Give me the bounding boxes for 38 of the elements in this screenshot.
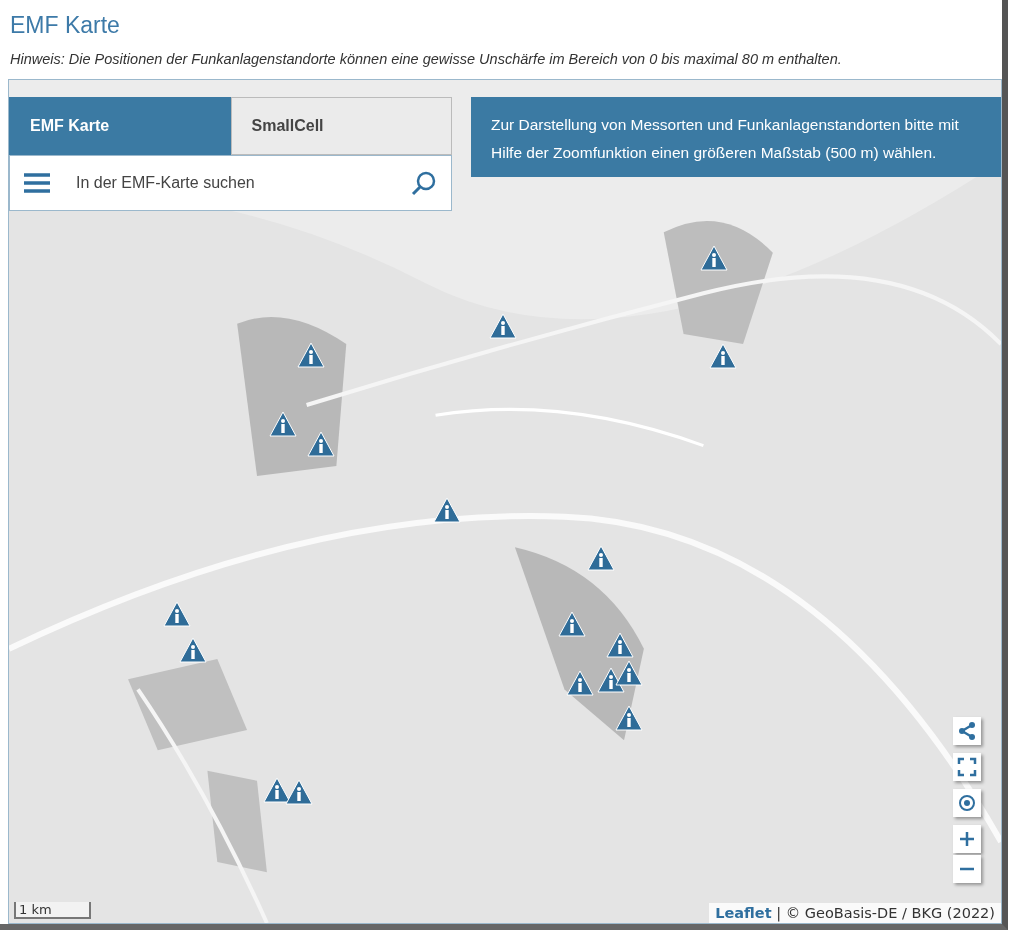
info-marker-icon[interactable] — [615, 705, 643, 731]
info-marker-icon[interactable] — [433, 497, 461, 523]
info-marker-icon[interactable] — [597, 667, 625, 693]
fullscreen-icon — [957, 757, 977, 777]
zoom-out-button[interactable] — [953, 855, 981, 883]
info-marker-icon[interactable] — [179, 637, 207, 663]
search-bar[interactable]: In der EMF-Karte suchen — [9, 155, 452, 211]
zoom-in-button[interactable] — [953, 825, 981, 853]
info-marker-icon[interactable] — [587, 545, 615, 571]
info-marker-icon[interactable] — [606, 632, 634, 658]
info-marker-icon[interactable] — [709, 343, 737, 369]
page-title: EMF Karte — [10, 12, 121, 39]
info-marker-icon[interactable] — [285, 779, 313, 805]
tab[interactable]: EMF Karte — [9, 97, 231, 155]
search-icon[interactable] — [411, 170, 437, 196]
zoom-notice: Zur Darstellung von Messorten und Funkanlagenstandorten bitte mit Hilfe der Zoomfunktion einen größeren Maßstab (500 m) wählen. — [471, 97, 1001, 177]
scale-bar: 1 km — [14, 902, 91, 919]
info-marker-icon[interactable] — [566, 670, 594, 696]
share-icon — [957, 721, 977, 741]
attribution: Leaflet | © GeoBasis-DE / BKG (2022) — [709, 903, 1001, 923]
hint-text: Hinweis: Die Positionen der Funkanlagenstandorte können eine gewisse Unschärfe im Bereich von 0 bis maximal 80 m enthalten. — [10, 51, 843, 67]
info-marker-icon[interactable] — [558, 611, 586, 637]
info-marker-icon[interactable] — [297, 342, 325, 368]
info-marker-icon[interactable] — [489, 313, 517, 339]
menu-icon[interactable] — [24, 172, 50, 194]
locate-button[interactable] — [953, 789, 981, 817]
tab[interactable]: SmallCell — [230, 97, 452, 155]
locate-icon — [958, 794, 976, 812]
leaflet-link[interactable]: Leaflet — [715, 905, 772, 921]
info-marker-icon[interactable] — [615, 660, 643, 686]
info-marker-icon[interactable] — [700, 245, 728, 271]
share-button[interactable] — [953, 717, 981, 745]
plus-icon — [959, 831, 975, 847]
info-marker-icon[interactable] — [307, 431, 335, 457]
info-marker-icon[interactable] — [269, 411, 297, 437]
info-marker-icon[interactable] — [163, 601, 191, 627]
info-marker-icon[interactable] — [263, 777, 291, 803]
fullscreen-button[interactable] — [953, 753, 981, 781]
